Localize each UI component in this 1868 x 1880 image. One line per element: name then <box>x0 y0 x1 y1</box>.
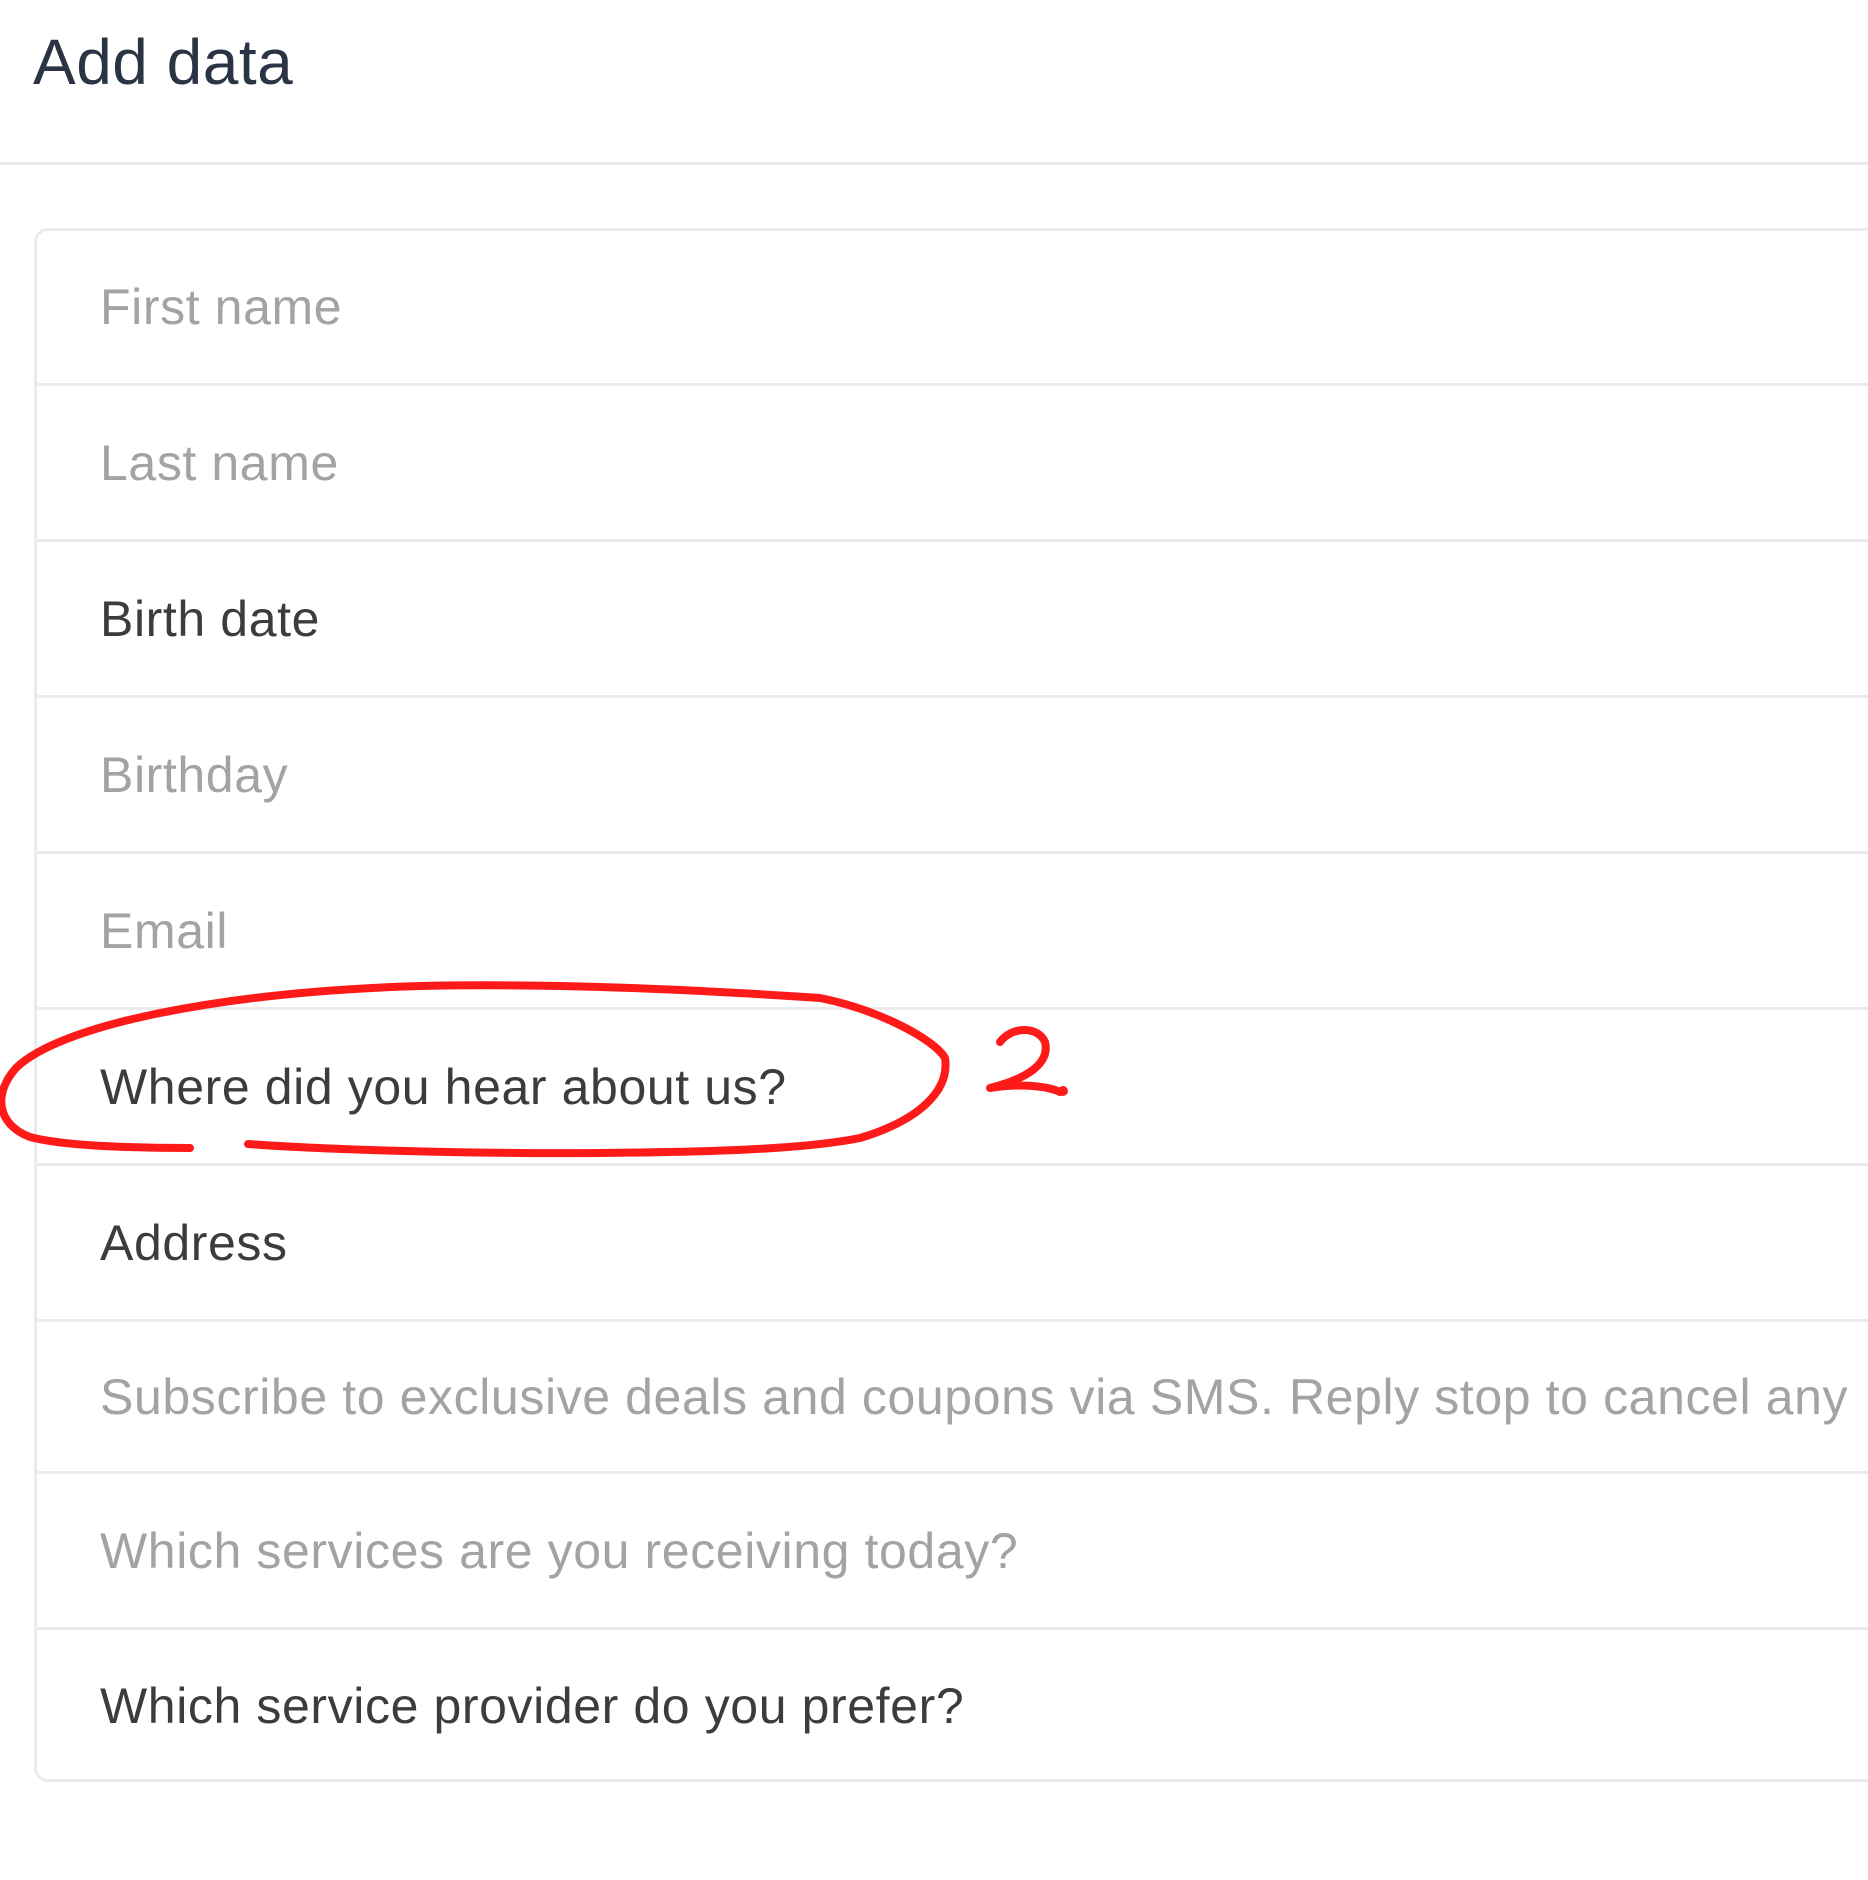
field-label-services: Which services are you receiving today? <box>100 1522 1019 1579</box>
field-label-first-name: First name <box>100 279 343 335</box>
field-label-last-name: Last name <box>100 434 339 491</box>
field-label-address: Address <box>100 1214 288 1271</box>
field-row-last-name[interactable]: Last name <box>37 386 1868 542</box>
field-list: First name Last name Birth date Birthday… <box>34 228 1868 1782</box>
field-label-birthday: Birthday <box>100 746 289 803</box>
field-row-birthday[interactable]: Birthday <box>37 698 1868 854</box>
field-label-sms-subscribe: Subscribe to exclusive deals and coupons… <box>100 1368 1849 1425</box>
field-row-sms-subscribe[interactable]: Subscribe to exclusive deals and coupons… <box>37 1322 1868 1474</box>
field-row-birth-date[interactable]: Birth date <box>37 542 1868 698</box>
field-row-referral-source[interactable]: Where did you hear about us? <box>37 1010 1868 1166</box>
field-row-address[interactable]: Address <box>37 1166 1868 1322</box>
page-header: Add data <box>0 0 1868 165</box>
field-row-email[interactable]: Email <box>37 854 1868 1010</box>
field-row-service-provider[interactable]: Which service provider do you prefer? <box>37 1630 1868 1779</box>
field-row-first-name[interactable]: First name <box>37 231 1868 386</box>
field-row-services[interactable]: Which services are you receiving today? <box>37 1474 1868 1630</box>
field-label-email: Email <box>100 902 229 959</box>
field-label-service-provider: Which service provider do you prefer? <box>100 1678 965 1734</box>
page-title: Add data <box>33 26 294 98</box>
field-label-referral-source: Where did you hear about us? <box>100 1058 787 1115</box>
field-label-birth-date: Birth date <box>100 590 321 647</box>
